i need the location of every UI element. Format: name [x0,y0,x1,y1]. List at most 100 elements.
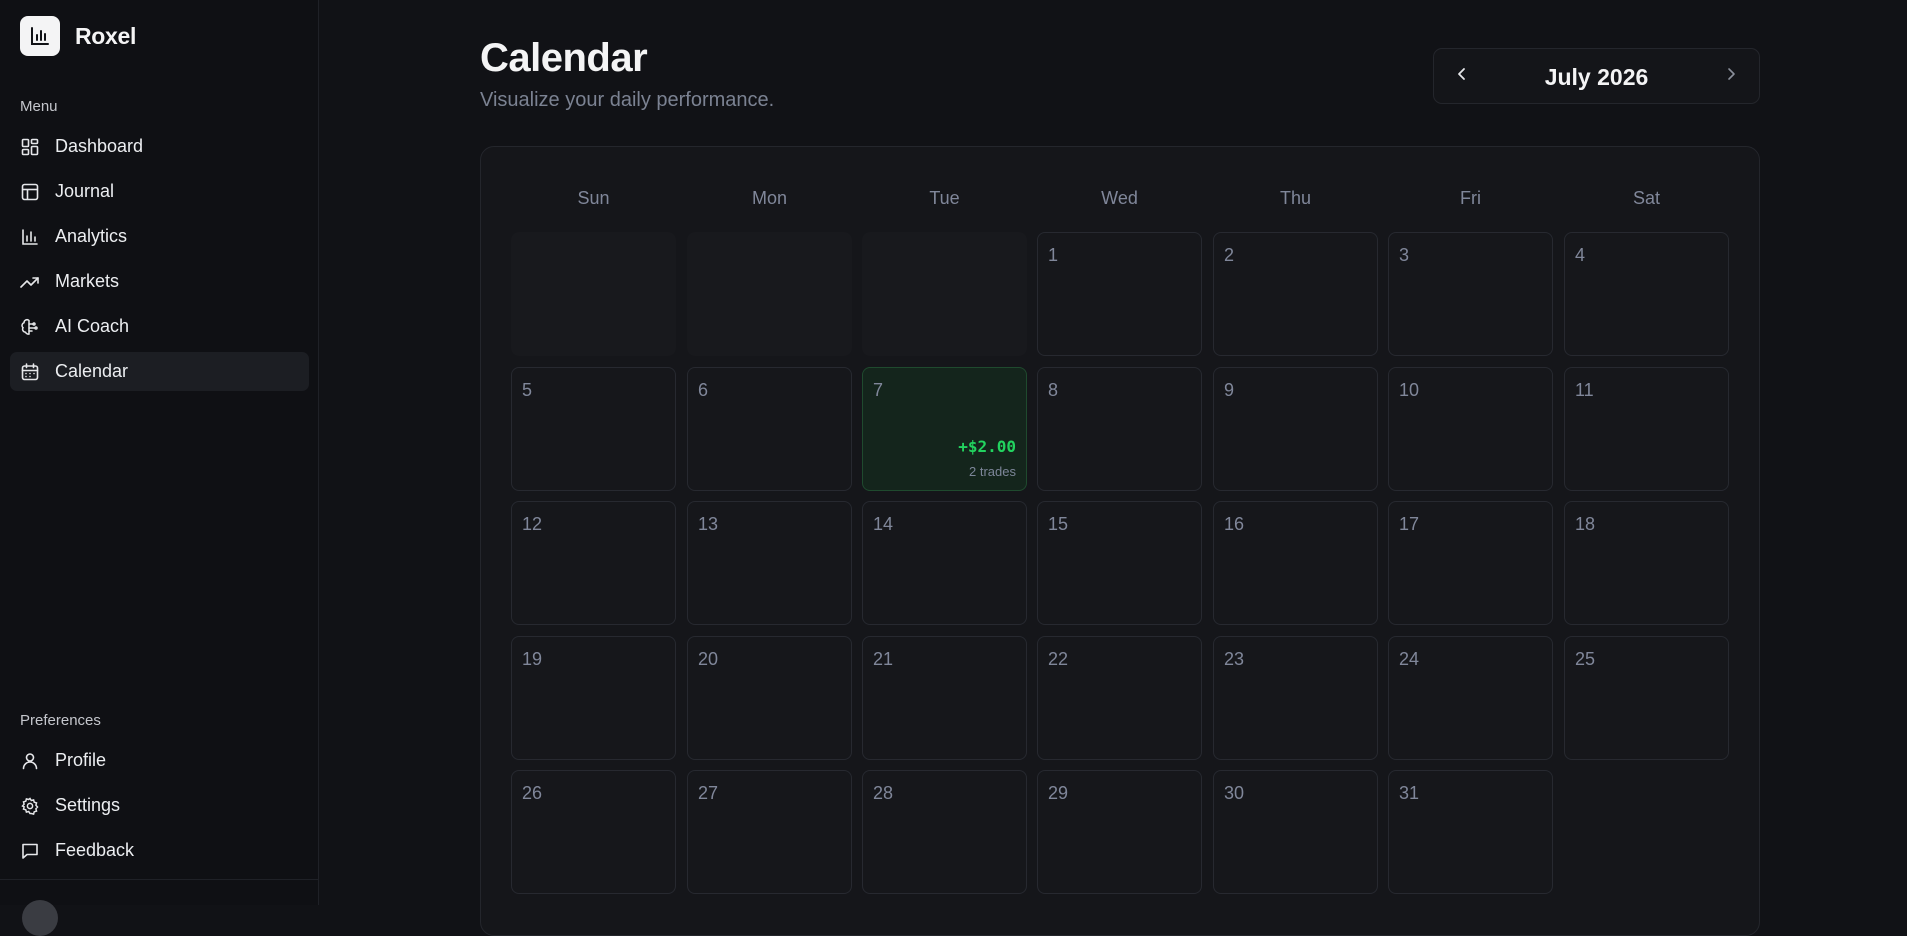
weekday-header: Fri [1460,188,1481,208]
day-number: 9 [1224,380,1235,400]
day-cell-28[interactable]: 28 [862,770,1027,894]
sidebar-item-markets[interactable]: Markets [10,262,309,301]
sidebar-item-settings[interactable]: Settings [10,786,309,825]
day-number: 31 [1399,783,1420,803]
day-number: 10 [1399,380,1420,400]
day-cell-15[interactable]: 15 [1037,501,1202,625]
sidebar-item-profile[interactable]: Profile [10,741,309,780]
preferences-nav: Profile Settings Feedback [10,741,309,876]
day-trade-count: 2 trades [969,464,1016,479]
day-number: 13 [698,514,719,534]
day-cell-9[interactable]: 9 [1213,367,1378,491]
day-number: 26 [522,783,543,803]
day-number: 19 [522,649,543,669]
day-number: 7 [873,380,884,400]
sidebar: Roxel Menu Dashboard Journal Analytics M… [0,0,319,936]
day-cell-13[interactable]: 13 [687,501,852,625]
day-number: 3 [1399,245,1410,265]
sidebar-item-label: Journal [55,181,115,201]
table-icon [20,182,40,202]
day-cell-12[interactable]: 12 [511,501,676,625]
day-cell-17[interactable]: 17 [1388,501,1553,625]
weekday-header: Thu [1279,188,1312,208]
day-number: 12 [522,514,543,534]
next-month-button[interactable] [1704,49,1758,103]
day-cell-20[interactable]: 20 [687,636,852,760]
day-number: 6 [698,380,709,400]
bar-chart-logo-icon [20,16,60,56]
day-cell-10[interactable]: 10 [1388,367,1553,491]
sidebar-item-feedback[interactable]: Feedback [10,831,309,870]
main-nav: Dashboard Journal Analytics Markets AI C… [10,127,309,397]
day-cell-31[interactable]: 31 [1388,770,1553,894]
sidebar-item-analytics[interactable]: Analytics [10,217,309,256]
gear-icon [20,796,40,816]
sidebar-item-dashboard[interactable]: Dashboard [10,127,309,166]
day-cell-26[interactable]: 26 [511,770,676,894]
day-cell-21[interactable]: 21 [862,636,1027,760]
message-icon [20,841,40,861]
day-cell-16[interactable]: 16 [1213,501,1378,625]
empty-day-cell [862,232,1027,356]
day-cell-1[interactable]: 1 [1037,232,1202,356]
day-number: 27 [698,783,719,803]
day-cell-7[interactable]: 7 +$2.00 2 trades [862,367,1027,491]
day-number: 1 [1048,245,1059,265]
day-number: 17 [1399,514,1420,534]
day-cell-4[interactable]: 4 [1564,232,1729,356]
sidebar-item-journal[interactable]: Journal [10,172,309,211]
weekday-header: Sat [1632,188,1661,208]
brain-icon [20,317,40,337]
day-number: 8 [1048,380,1059,400]
day-number: 14 [873,514,894,534]
day-cell-19[interactable]: 19 [511,636,676,760]
day-number: 21 [873,649,894,669]
weekday-header: Sun [577,188,610,208]
brand-name: Roxel [75,22,137,49]
weekday-header: Mon [751,188,787,208]
day-number: 11 [1575,380,1594,400]
day-number: 29 [1048,783,1069,803]
day-cell-23[interactable]: 23 [1213,636,1378,760]
chevron-right-icon [1726,67,1736,86]
sidebar-item-label: Markets [55,271,120,291]
day-number: 16 [1224,514,1245,534]
day-number: 15 [1048,514,1069,534]
day-cell-18[interactable]: 18 [1564,501,1729,625]
page-subtitle: Visualize your daily performance. [480,89,775,111]
day-pnl: +$2.00 [958,437,1016,456]
day-cell-5[interactable]: 5 [511,367,676,491]
day-cell-29[interactable]: 29 [1037,770,1202,894]
bar-chart-icon [20,227,40,247]
day-cell-11[interactable]: 11 [1564,367,1729,491]
calendar-icon [20,362,40,382]
sidebar-item-calendar[interactable]: Calendar [10,352,309,391]
day-cell-30[interactable]: 30 [1213,770,1378,894]
day-number: 22 [1048,649,1069,669]
sidebar-item-label: Profile [55,750,107,770]
day-number: 20 [698,649,719,669]
sidebar-item-label: Settings [55,795,121,815]
brand[interactable]: Roxel [20,16,136,56]
day-cell-3[interactable]: 3 [1388,232,1553,356]
month-navigator: July 2026 [1433,48,1760,104]
day-cell-14[interactable]: 14 [862,501,1027,625]
preferences-section-label: Preferences [20,712,101,729]
menu-section-label: Menu [20,98,58,115]
day-number: 18 [1575,514,1596,534]
day-cell-6[interactable]: 6 [687,367,852,491]
day-cell-22[interactable]: 22 [1037,636,1202,760]
sidebar-item-ai-coach[interactable]: AI Coach [10,307,309,346]
day-number: 30 [1224,783,1245,803]
day-cell-25[interactable]: 25 [1564,636,1729,760]
day-cell-8[interactable]: 8 [1037,367,1202,491]
day-cell-2[interactable]: 2 [1213,232,1378,356]
day-number: 24 [1399,649,1420,669]
sidebar-item-label: Analytics [55,226,128,246]
day-cell-27[interactable]: 27 [687,770,852,894]
day-number: 4 [1575,245,1586,265]
day-cell-24[interactable]: 24 [1388,636,1553,760]
user-icon [20,751,40,771]
weekday-header: Tue [929,188,960,208]
avatar[interactable] [22,900,58,936]
